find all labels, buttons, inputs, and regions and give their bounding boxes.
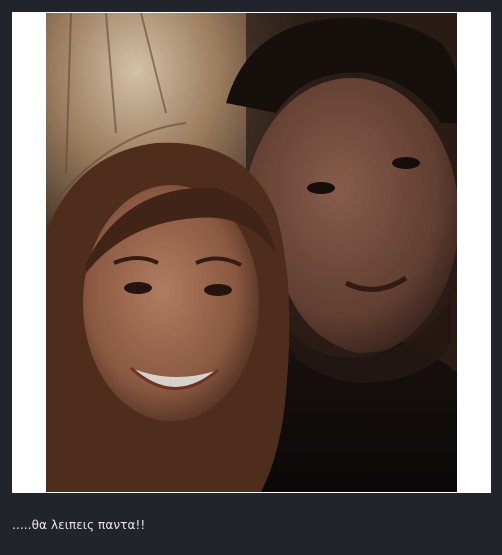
selfie-photo-graphic — [46, 13, 457, 492]
post-photo-frame — [12, 12, 491, 493]
selfie-photo — [46, 13, 457, 492]
post-caption: .....θα λειπεις παντα!! — [12, 518, 146, 532]
